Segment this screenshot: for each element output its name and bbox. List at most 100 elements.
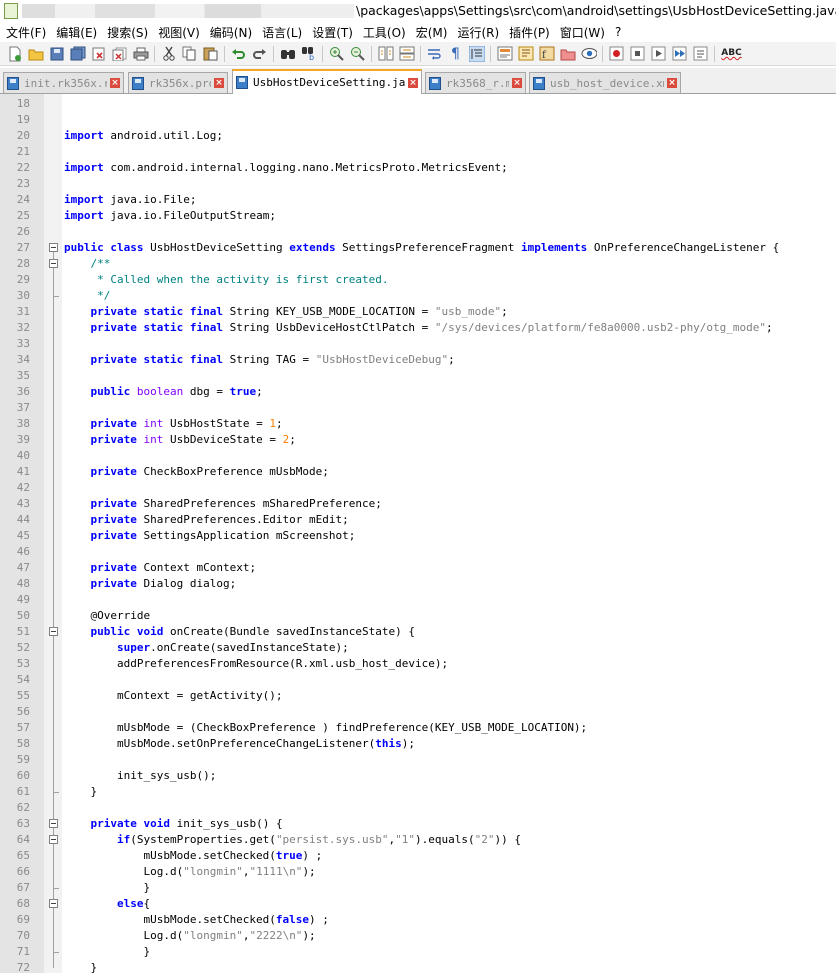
find-icon[interactable]	[280, 46, 296, 62]
run-multiple-macro-icon[interactable]	[672, 46, 688, 62]
save-all-icon[interactable]	[70, 46, 86, 62]
zoom-out-icon[interactable]	[350, 46, 366, 62]
folder-workspace-icon[interactable]	[560, 46, 576, 62]
menu-item-9[interactable]: 运行(R)	[451, 24, 503, 41]
udl-icon[interactable]	[497, 46, 513, 62]
menu-item-6[interactable]: 设置(T)	[306, 24, 357, 41]
fold-toggle-icon[interactable]	[49, 627, 58, 636]
code-line[interactable]: 19	[0, 112, 836, 128]
code-line[interactable]: 68 else{	[0, 896, 836, 912]
line-code[interactable]: }	[64, 960, 97, 973]
code-line[interactable]: 39 private int UsbDeviceState = 2;	[0, 432, 836, 448]
code-line[interactable]: 23	[0, 176, 836, 192]
code-line[interactable]: 45 private SettingsApplication mScreensh…	[0, 528, 836, 544]
code-line[interactable]: 57 mUsbMode = (CheckBoxPreference ) find…	[0, 720, 836, 736]
indent-guide-icon[interactable]	[468, 45, 485, 62]
menu-item-1[interactable]: 编辑(E)	[50, 24, 101, 41]
line-code[interactable]: import android.util.Log;	[64, 128, 223, 144]
code-line[interactable]: 54	[0, 672, 836, 688]
line-code[interactable]: }	[64, 944, 150, 960]
code-line[interactable]: 46	[0, 544, 836, 560]
code-line[interactable]: 72 }	[0, 960, 836, 973]
code-line[interactable]: 18	[0, 96, 836, 112]
code-line[interactable]: 35	[0, 368, 836, 384]
line-code[interactable]: private void init_sys_usb() {	[64, 816, 283, 832]
code-line[interactable]: 20 import android.util.Log;	[0, 128, 836, 144]
undo-icon[interactable]	[231, 46, 247, 62]
line-code[interactable]: import com.android.internal.logging.nano…	[64, 160, 508, 176]
line-code[interactable]: import java.io.File;	[64, 192, 196, 208]
code-line[interactable]: 49	[0, 592, 836, 608]
menu-item-8[interactable]: 宏(M)	[410, 24, 452, 41]
line-code[interactable]: mUsbMode.setChecked(true) ;	[64, 848, 322, 864]
line-code[interactable]: public boolean dbg = true;	[64, 384, 263, 400]
code-line[interactable]: 26	[0, 224, 836, 240]
code-line[interactable]: 62	[0, 800, 836, 816]
code-line[interactable]: 48 private Dialog dialog;	[0, 576, 836, 592]
tab-close-icon[interactable]: ×	[408, 77, 418, 88]
line-code[interactable]: addPreferencesFromResource(R.xml.usb_hos…	[64, 656, 448, 672]
code-line[interactable]: 70 Log.d("longmin","2222\n");	[0, 928, 836, 944]
code-line[interactable]: 51 public void onCreate(Bundle savedInst…	[0, 624, 836, 640]
spell-check-icon[interactable]: ABC	[721, 46, 743, 62]
tab-close-icon[interactable]: ×	[110, 78, 120, 88]
code-line[interactable]: 38 private int UsbHostState = 1;	[0, 416, 836, 432]
menu-item-11[interactable]: 窗口(W)	[554, 24, 609, 41]
fold-toggle-icon[interactable]	[49, 835, 58, 844]
line-code[interactable]: private static final String UsbDeviceHos…	[64, 320, 773, 336]
replace-icon[interactable]: b	[301, 46, 317, 62]
line-code[interactable]: init_sys_usb();	[64, 768, 216, 784]
new-file-icon[interactable]	[7, 46, 23, 62]
menu-item-5[interactable]: 语言(L)	[256, 24, 306, 41]
save-icon[interactable]	[49, 46, 65, 62]
line-code[interactable]: mUsbMode = (CheckBoxPreference ) findPre…	[64, 720, 587, 736]
menu-item-12[interactable]: ?	[609, 25, 625, 39]
line-code[interactable]: else{	[64, 896, 150, 912]
word-wrap-icon[interactable]	[427, 46, 443, 62]
menu-item-10[interactable]: 插件(P)	[503, 24, 554, 41]
line-code[interactable]: }	[64, 784, 97, 800]
code-line[interactable]: 33	[0, 336, 836, 352]
code-line[interactable]: 29 * Called when the activity is first c…	[0, 272, 836, 288]
line-code[interactable]: mUsbMode.setChecked(false) ;	[64, 912, 328, 928]
code-line[interactable]: 27 public class UsbHostDeviceSetting exte…	[0, 240, 836, 256]
print-icon[interactable]	[133, 46, 149, 62]
open-file-icon[interactable]	[28, 46, 44, 62]
code-line[interactable]: 30 */	[0, 288, 836, 304]
redo-icon[interactable]	[252, 46, 268, 62]
stop-record-icon[interactable]	[630, 46, 646, 62]
code-line[interactable]: 58 mUsbMode.setOnPreferenceChangeListene…	[0, 736, 836, 752]
code-line[interactable]: 32 private static final String UsbDevice…	[0, 320, 836, 336]
cut-icon[interactable]	[161, 46, 177, 62]
code-line[interactable]: 21	[0, 144, 836, 160]
line-code[interactable]: private Dialog dialog;	[64, 576, 237, 592]
line-code[interactable]: /**	[64, 256, 110, 272]
line-code[interactable]: private int UsbHostState = 1;	[64, 416, 283, 432]
zoom-in-icon[interactable]	[329, 46, 345, 62]
fold-toggle-icon[interactable]	[49, 259, 58, 268]
code-line[interactable]: 59	[0, 752, 836, 768]
line-code[interactable]: private SharedPreferences.Editor mEdit;	[64, 512, 349, 528]
close-all-icon[interactable]	[112, 46, 128, 62]
code-line[interactable]: 71 }	[0, 944, 836, 960]
code-line[interactable]: 52 super.onCreate(savedInstanceState);	[0, 640, 836, 656]
line-code[interactable]: super.onCreate(savedInstanceState);	[64, 640, 349, 656]
code-line[interactable]: 36 public boolean dbg = true;	[0, 384, 836, 400]
code-line[interactable]: 22 import com.android.internal.logging.na…	[0, 160, 836, 176]
tab-3[interactable]: rk3568_r.mk×	[425, 72, 526, 93]
line-code[interactable]: private int UsbDeviceState = 2;	[64, 432, 296, 448]
code-line[interactable]: 43 private SharedPreferences mSharedPref…	[0, 496, 836, 512]
line-code[interactable]: if(SystemProperties.get("persist.sys.usb…	[64, 832, 521, 848]
menu-item-7[interactable]: 工具(O)	[357, 24, 410, 41]
line-code[interactable]: private Context mContext;	[64, 560, 257, 576]
tab-close-icon[interactable]: ×	[512, 78, 522, 88]
line-code[interactable]: private CheckBoxPreference mUsbMode;	[64, 464, 329, 480]
monitoring-icon[interactable]	[581, 46, 597, 62]
copy-icon[interactable]	[182, 46, 198, 62]
menu-item-4[interactable]: 编码(N)	[204, 24, 256, 41]
menu-item-0[interactable]: 文件(F)	[0, 24, 50, 41]
code-line[interactable]: 24 import java.io.File;	[0, 192, 836, 208]
line-code[interactable]: @Override	[64, 608, 150, 624]
record-macro-icon[interactable]	[609, 46, 625, 62]
save-macro-icon[interactable]	[693, 46, 709, 62]
